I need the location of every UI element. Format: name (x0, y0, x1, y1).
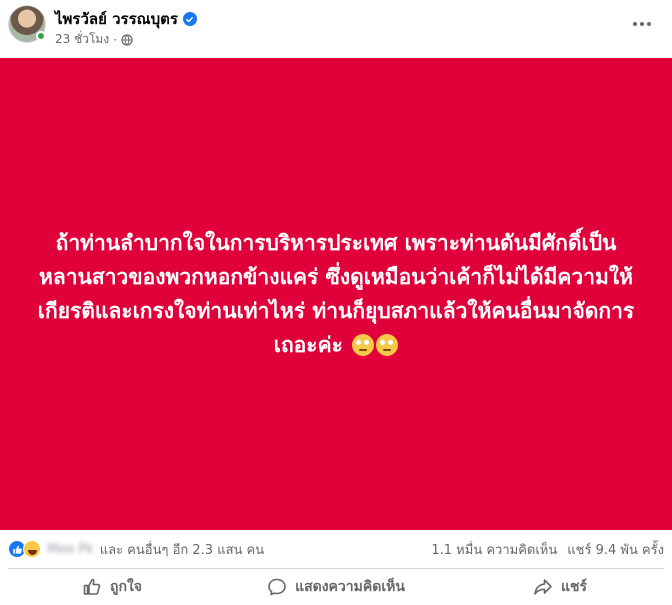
online-status-icon (36, 31, 46, 41)
verified-badge-icon (182, 12, 197, 26)
author-avatar[interactable] (8, 5, 46, 43)
more-options-dot (640, 22, 644, 26)
post-body: ถ้าท่านลำบากใจในการบริหารประเทศ เพราะท่า… (36, 226, 636, 362)
engagement-counts: 1.1 หมื่น ความคิดเห็น แชร์ 9.4 พัน ครั้ง (431, 539, 664, 560)
author-name-row: ไพรวัลย์ วรรณบุตร (55, 7, 197, 31)
comment-label: แสดงความคิดเห็น (295, 579, 405, 595)
comment-button[interactable]: แสดงความคิดเห็น (224, 569, 448, 605)
comment-count[interactable]: 1.1 หมื่น ความคิดเห็น (431, 539, 557, 560)
reaction-count[interactable]: และ คนอื่นๆ อีก 2.3 แสน คน (100, 539, 264, 560)
rolling-eyes-emoji-icon (352, 334, 375, 356)
reaction-icons (8, 540, 41, 558)
share-count[interactable]: แชร์ 9.4 พัน ครั้ง (567, 539, 664, 560)
like-label: ถูกใจ (110, 579, 142, 595)
post-time[interactable]: 23 ชั่วโมง (55, 30, 109, 49)
haha-reaction-icon (23, 540, 41, 558)
meta-separator: · (113, 32, 118, 47)
thumbs-up-icon (83, 578, 101, 595)
more-options-button[interactable] (630, 14, 654, 34)
action-bar: ถูกใจ แสดงความคิดเห็น แชร์ (0, 569, 672, 605)
rolling-eyes-emoji-icon (376, 334, 399, 356)
more-options-icon (633, 22, 637, 26)
like-button[interactable]: ถูกใจ (0, 569, 224, 605)
reactor-name[interactable]: Mee Pk (47, 542, 94, 557)
share-button[interactable]: แชร์ (448, 569, 672, 605)
reaction-summary[interactable]: Mee Pk และ คนอื่นๆ อีก 2.3 แสน คน (8, 539, 264, 560)
comment-bubble-icon (268, 578, 286, 596)
author-name[interactable]: ไพรวัลย์ วรรณบุตร (55, 7, 178, 31)
post-text: ถ้าท่านลำบากใจในการบริหารประเทศ เพราะท่า… (37, 231, 635, 357)
globe-icon[interactable] (121, 33, 133, 46)
post-meta: 23 ชั่วโมง · (55, 30, 133, 49)
post-header: ไพรวัลย์ วรรณบุตร 23 ชั่วโมง · (0, 0, 672, 58)
post-background: ถ้าท่านลำบากใจในการบริหารประเทศ เพราะท่า… (0, 58, 672, 530)
share-label: แชร์ (560, 579, 588, 595)
share-arrow-icon (534, 579, 552, 595)
post-stats: Mee Pk และ คนอื่นๆ อีก 2.3 แสน คน 1.1 หม… (0, 530, 672, 568)
more-options-dot (647, 22, 651, 26)
